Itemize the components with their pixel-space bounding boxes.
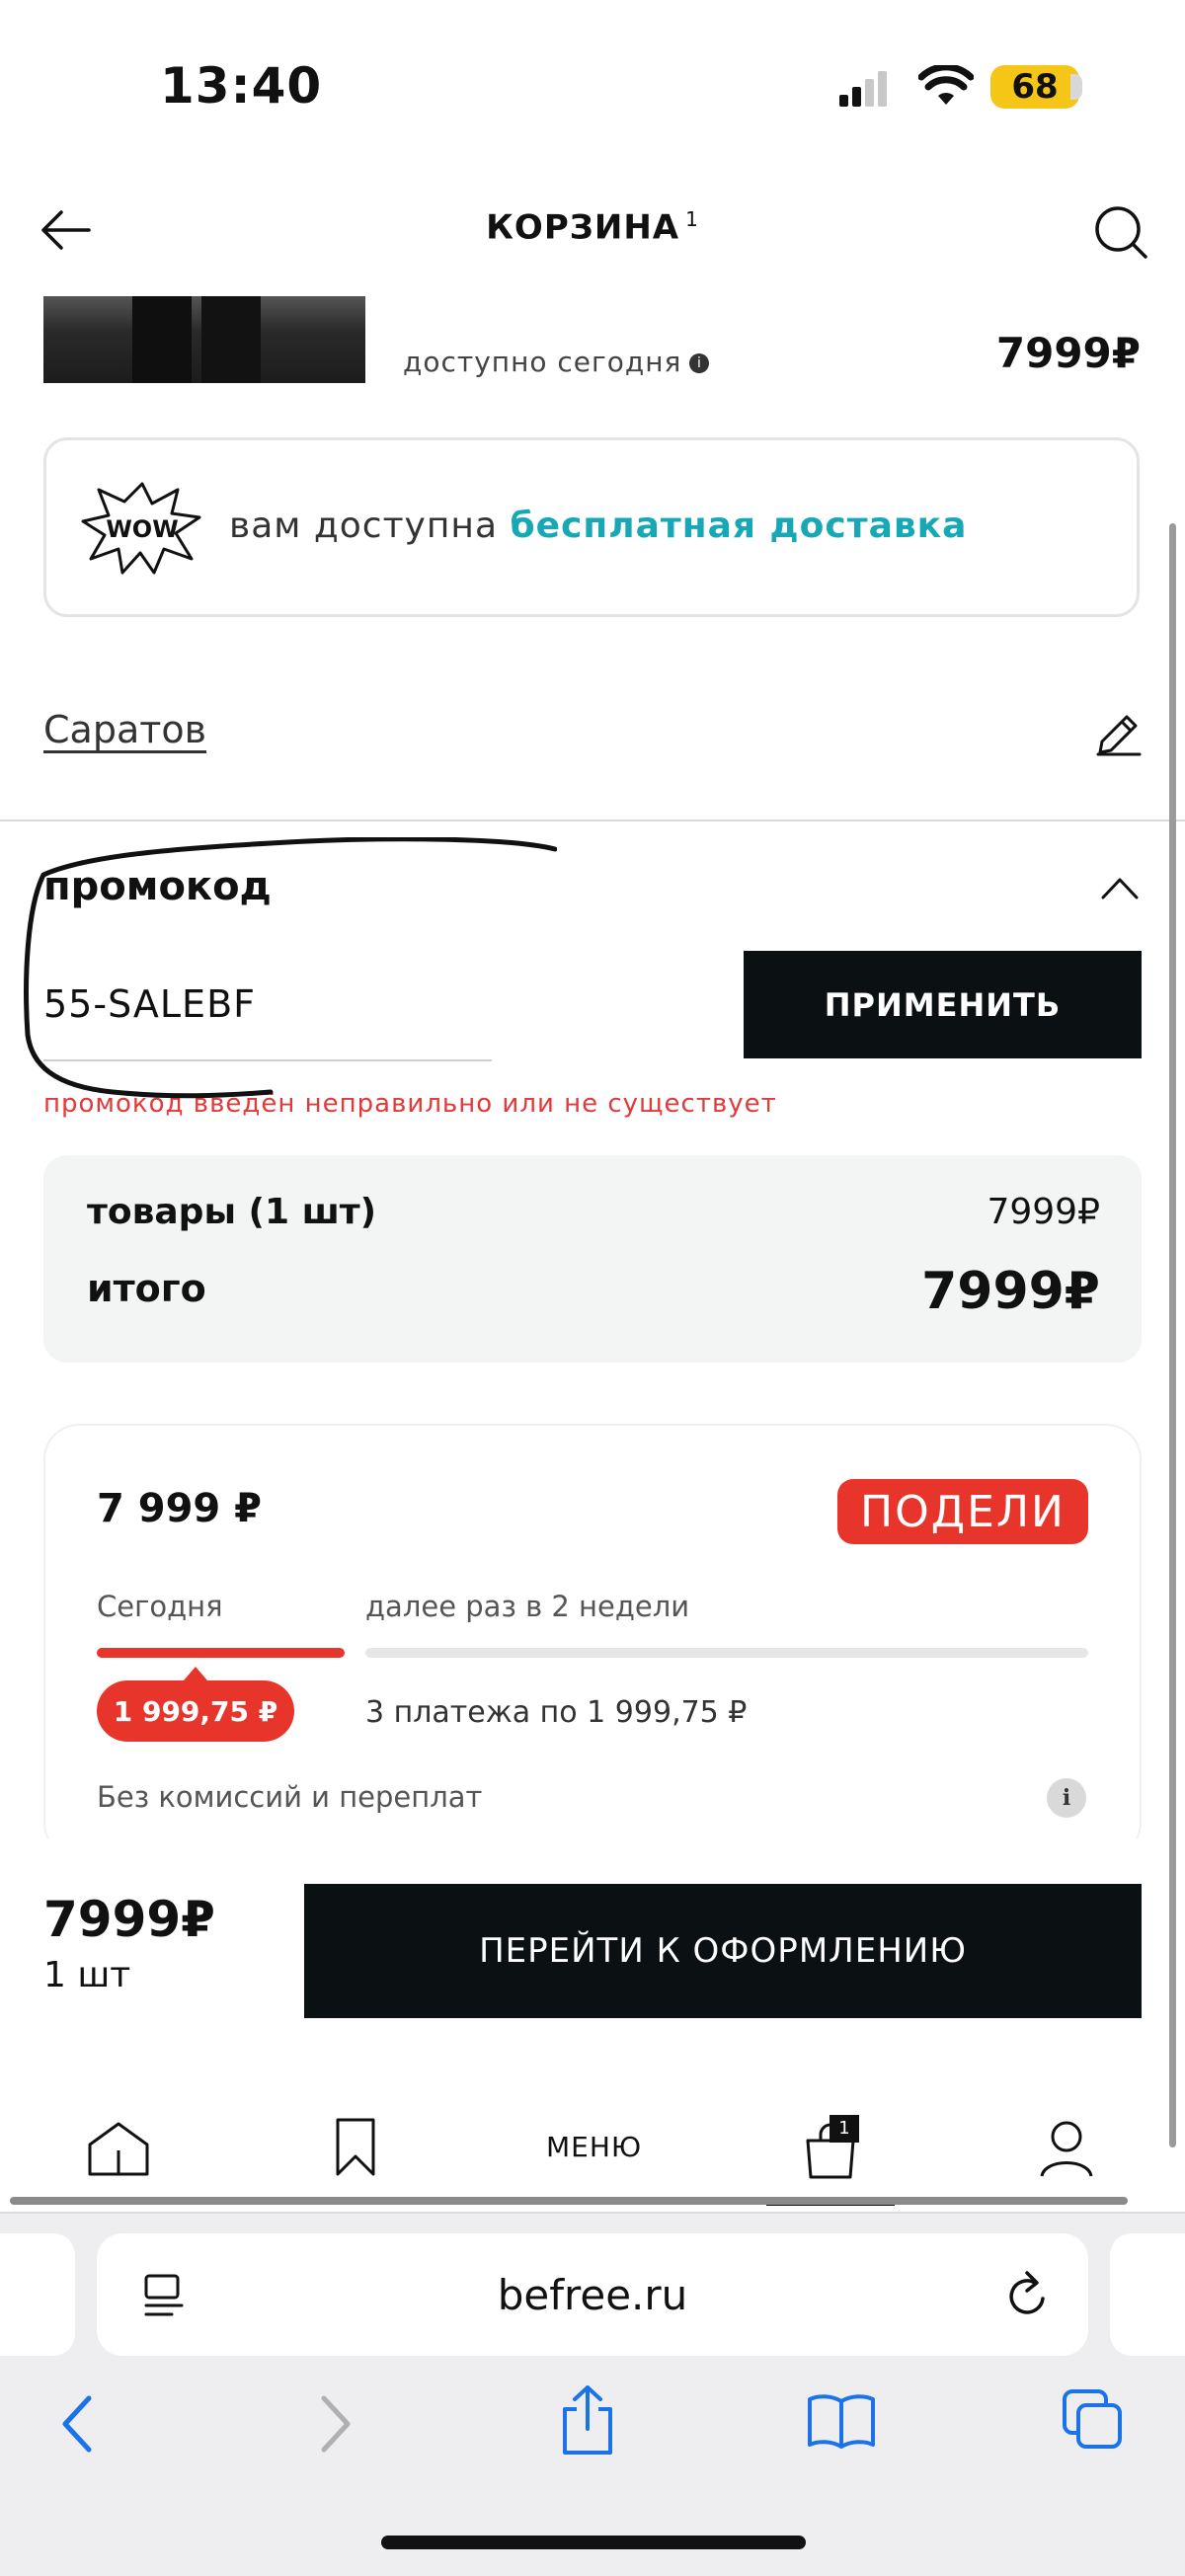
total-value: 7999₽ xyxy=(921,1262,1100,1321)
today-label: Сегодня xyxy=(97,1590,223,1623)
wow-text: WOW xyxy=(106,515,178,543)
city-link[interactable]: Саратов xyxy=(43,708,206,751)
signal-icon xyxy=(839,71,887,107)
podeli-logo: ПОДЕЛИ xyxy=(837,1479,1088,1544)
section-divider xyxy=(0,820,1185,821)
browser-forward-icon[interactable] xyxy=(318,2394,354,2454)
payments-text: 3 платежа по 1 999,75 ₽ xyxy=(365,1695,748,1730)
availability-text: доступно сегодня xyxy=(403,346,682,378)
battery-indicator: 68 xyxy=(990,65,1079,109)
cart-count: 1 xyxy=(685,207,699,231)
first-payment-badge: 1 999,75 ₽ xyxy=(97,1680,294,1742)
info-icon[interactable]: i xyxy=(689,353,710,373)
checkout-button[interactable]: ПЕРЕЙТИ К ОФОРМЛЕНИЮ xyxy=(304,1884,1142,2018)
handwritten-circle-annotation xyxy=(24,837,557,1099)
horizontal-scrollbar[interactable] xyxy=(10,2197,1128,2205)
future-progress-bar xyxy=(365,1648,1088,1658)
tabs-icon[interactable] xyxy=(1061,2387,1126,2453)
delivery-text-accent: бесплатная доставка xyxy=(510,506,968,546)
reload-icon[interactable] xyxy=(1005,2269,1051,2320)
installment-info-icon[interactable]: i xyxy=(1047,1778,1086,1818)
product-image[interactable] xyxy=(43,296,365,383)
delivery-text: вам доступна бесплатная доставка xyxy=(229,506,967,546)
pencil-edit-icon[interactable] xyxy=(1096,711,1142,756)
wifi-icon xyxy=(918,65,974,105)
total-label: итого xyxy=(87,1267,206,1310)
menu-nav-item[interactable]: МЕНЮ xyxy=(546,2131,642,2163)
home-indicator xyxy=(381,2536,806,2549)
chevron-up-icon[interactable] xyxy=(1100,875,1140,900)
items-value: 7999₽ xyxy=(987,1192,1100,1232)
page-title-text: КОРЗИНА xyxy=(486,207,680,248)
order-summary xyxy=(43,1155,1142,1363)
battery-tip xyxy=(1070,74,1082,100)
apply-promo-button[interactable]: ПРИМЕНИТЬ xyxy=(744,951,1142,1058)
bookmarks-book-icon[interactable] xyxy=(806,2391,877,2449)
status-time: 13:40 xyxy=(160,57,323,115)
bookmark-icon[interactable] xyxy=(334,2117,377,2178)
cart-badge: 1 xyxy=(830,2115,859,2143)
checkout-total: 7999₽ xyxy=(43,1891,215,1948)
page-title: КОРЗИНА 1 xyxy=(0,207,1185,247)
today-progress-bar xyxy=(97,1648,345,1658)
browser-back-icon[interactable] xyxy=(59,2394,95,2454)
delivery-text-main: вам доступна xyxy=(229,506,498,546)
no-fee-text: Без комиссий и переплат xyxy=(97,1780,483,1814)
checkout-qty: 1 шт xyxy=(43,1955,131,1995)
next-payments-label: далее раз в 2 недели xyxy=(365,1590,690,1623)
home-icon[interactable] xyxy=(87,2121,150,2176)
share-icon[interactable] xyxy=(559,2383,616,2457)
product-availability: доступно сегодня i xyxy=(403,346,710,378)
vertical-scrollbar[interactable] xyxy=(1169,523,1176,2147)
installment-price: 7 999 ₽ xyxy=(97,1486,263,1531)
wow-burst-icon: WOW xyxy=(81,482,201,575)
pill-pointer xyxy=(184,1667,207,1680)
product-price: 7999₽ xyxy=(995,329,1141,377)
profile-icon[interactable] xyxy=(1039,2119,1094,2178)
search-icon[interactable] xyxy=(1092,203,1149,261)
items-label: товары (1 шт) xyxy=(87,1192,377,1232)
